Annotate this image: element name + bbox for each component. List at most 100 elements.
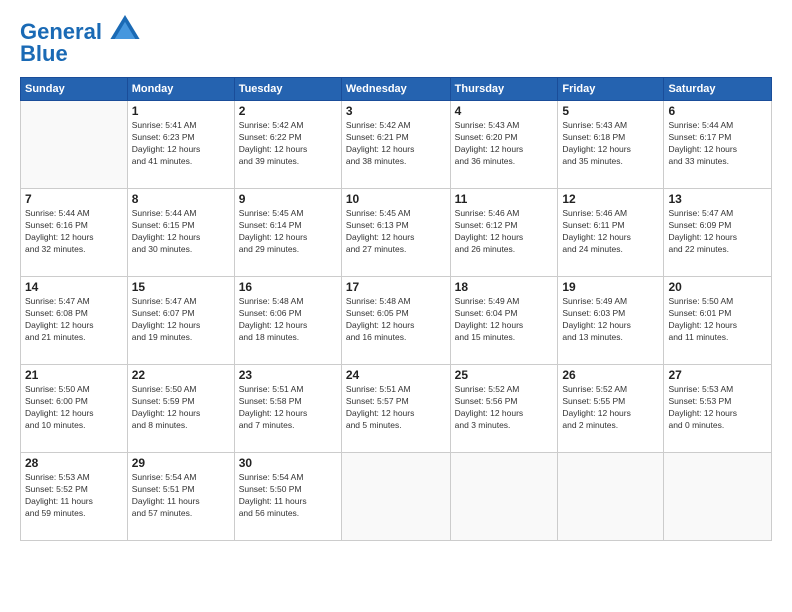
day-number: 28 [25,456,123,470]
calendar-cell: 7 Sunrise: 5:44 AMSunset: 6:16 PMDaylight… [21,189,128,277]
day-number: 8 [132,192,230,206]
calendar-cell: 1 Sunrise: 5:41 AMSunset: 6:23 PMDaylight… [127,101,234,189]
calendar-cell: 11 Sunrise: 5:46 AMSunset: 6:12 PMDayligh… [450,189,558,277]
calendar-cell: 5 Sunrise: 5:43 AMSunset: 6:18 PMDaylight… [558,101,664,189]
day-info: Sunrise: 5:42 AMSunset: 6:21 PMDaylight:… [346,120,446,168]
day-number: 25 [455,368,554,382]
calendar-cell: 23 Sunrise: 5:51 AMSunset: 5:58 PMDayligh… [234,365,341,453]
calendar-week-row: 7 Sunrise: 5:44 AMSunset: 6:16 PMDaylight… [21,189,772,277]
calendar-cell: 24 Sunrise: 5:51 AMSunset: 5:57 PMDayligh… [341,365,450,453]
calendar-day-header: Thursday [450,78,558,101]
calendar-week-row: 14 Sunrise: 5:47 AMSunset: 6:08 PMDayligh… [21,277,772,365]
day-info: Sunrise: 5:44 AMSunset: 6:15 PMDaylight:… [132,208,230,256]
day-number: 4 [455,104,554,118]
day-info: Sunrise: 5:46 AMSunset: 6:12 PMDaylight:… [455,208,554,256]
day-info: Sunrise: 5:54 AMSunset: 5:50 PMDaylight:… [239,472,337,520]
day-number: 17 [346,280,446,294]
day-info: Sunrise: 5:45 AMSunset: 6:13 PMDaylight:… [346,208,446,256]
day-info: Sunrise: 5:51 AMSunset: 5:58 PMDaylight:… [239,384,337,432]
logo-blue: Blue [20,41,140,67]
day-number: 5 [562,104,659,118]
calendar-week-row: 21Sunrise: 5:50 AMSunset: 6:00 PMDayligh… [21,365,772,453]
calendar-cell: 13Sunrise: 5:47 AMSunset: 6:09 PMDayligh… [664,189,772,277]
day-info: Sunrise: 5:44 AMSunset: 6:17 PMDaylight:… [668,120,767,168]
calendar-cell [450,453,558,541]
calendar-day-header: Friday [558,78,664,101]
day-info: Sunrise: 5:47 AMSunset: 6:08 PMDaylight:… [25,296,123,344]
calendar-cell: 16 Sunrise: 5:48 AMSunset: 6:06 PMDayligh… [234,277,341,365]
calendar: SundayMondayTuesdayWednesdayThursdayFrid… [20,77,772,541]
day-number: 14 [25,280,123,294]
day-info: Sunrise: 5:50 AMSunset: 5:59 PMDaylight:… [132,384,230,432]
day-info: Sunrise: 5:48 AMSunset: 6:05 PMDaylight:… [346,296,446,344]
day-info: Sunrise: 5:43 AMSunset: 6:18 PMDaylight:… [562,120,659,168]
day-info: Sunrise: 5:46 AMSunset: 6:11 PMDaylight:… [562,208,659,256]
calendar-cell: 10 Sunrise: 5:45 AMSunset: 6:13 PMDayligh… [341,189,450,277]
day-info: Sunrise: 5:49 AMSunset: 6:03 PMDaylight:… [562,296,659,344]
day-number: 6 [668,104,767,118]
day-info: Sunrise: 5:48 AMSunset: 6:06 PMDaylight:… [239,296,337,344]
calendar-cell [558,453,664,541]
day-number: 7 [25,192,123,206]
calendar-cell: 26 Sunrise: 5:52 AMSunset: 5:55 PMDayligh… [558,365,664,453]
day-number: 30 [239,456,337,470]
day-number: 24 [346,368,446,382]
calendar-cell: 20Sunrise: 5:50 AMSunset: 6:01 PMDayligh… [664,277,772,365]
calendar-cell: 19 Sunrise: 5:49 AMSunset: 6:03 PMDayligh… [558,277,664,365]
calendar-week-row: 1 Sunrise: 5:41 AMSunset: 6:23 PMDaylight… [21,101,772,189]
day-number: 11 [455,192,554,206]
day-number: 15 [132,280,230,294]
day-info: Sunrise: 5:41 AMSunset: 6:23 PMDaylight:… [132,120,230,168]
day-info: Sunrise: 5:51 AMSunset: 5:57 PMDaylight:… [346,384,446,432]
day-number: 21 [25,368,123,382]
calendar-cell: 28 Sunrise: 5:53 AMSunset: 5:52 PMDayligh… [21,453,128,541]
day-number: 23 [239,368,337,382]
day-number: 10 [346,192,446,206]
calendar-cell: 8 Sunrise: 5:44 AMSunset: 6:15 PMDaylight… [127,189,234,277]
day-info: Sunrise: 5:53 AMSunset: 5:53 PMDaylight:… [668,384,767,432]
calendar-day-header: Sunday [21,78,128,101]
day-info: Sunrise: 5:52 AMSunset: 5:55 PMDaylight:… [562,384,659,432]
day-info: Sunrise: 5:42 AMSunset: 6:22 PMDaylight:… [239,120,337,168]
calendar-day-header: Monday [127,78,234,101]
calendar-cell: 17 Sunrise: 5:48 AMSunset: 6:05 PMDayligh… [341,277,450,365]
day-number: 19 [562,280,659,294]
day-number: 12 [562,192,659,206]
header: General Blue [20,15,772,67]
calendar-week-row: 28 Sunrise: 5:53 AMSunset: 5:52 PMDayligh… [21,453,772,541]
calendar-cell: 2Sunrise: 5:42 AMSunset: 6:22 PMDaylight… [234,101,341,189]
calendar-cell: 25 Sunrise: 5:52 AMSunset: 5:56 PMDayligh… [450,365,558,453]
day-number: 18 [455,280,554,294]
day-number: 26 [562,368,659,382]
day-info: Sunrise: 5:44 AMSunset: 6:16 PMDaylight:… [25,208,123,256]
day-info: Sunrise: 5:52 AMSunset: 5:56 PMDaylight:… [455,384,554,432]
calendar-cell: 4 Sunrise: 5:43 AMSunset: 6:20 PMDaylight… [450,101,558,189]
page: General Blue SundayMondayTuesdayWednesda… [0,0,792,612]
day-number: 22 [132,368,230,382]
calendar-cell: 22 Sunrise: 5:50 AMSunset: 5:59 PMDayligh… [127,365,234,453]
calendar-cell: 14 Sunrise: 5:47 AMSunset: 6:08 PMDayligh… [21,277,128,365]
calendar-cell: 27 Sunrise: 5:53 AMSunset: 5:53 PMDayligh… [664,365,772,453]
day-number: 1 [132,104,230,118]
day-info: Sunrise: 5:47 AMSunset: 6:09 PMDaylight:… [668,208,767,256]
day-info: Sunrise: 5:53 AMSunset: 5:52 PMDaylight:… [25,472,123,520]
logo-icon [110,15,140,39]
calendar-day-header: Saturday [664,78,772,101]
day-number: 9 [239,192,337,206]
day-info: Sunrise: 5:43 AMSunset: 6:20 PMDaylight:… [455,120,554,168]
day-number: 29 [132,456,230,470]
calendar-cell [341,453,450,541]
day-number: 20 [668,280,767,294]
day-info: Sunrise: 5:47 AMSunset: 6:07 PMDaylight:… [132,296,230,344]
day-number: 3 [346,104,446,118]
calendar-day-header: Wednesday [341,78,450,101]
calendar-cell: 9Sunrise: 5:45 AMSunset: 6:14 PMDaylight… [234,189,341,277]
day-info: Sunrise: 5:49 AMSunset: 6:04 PMDaylight:… [455,296,554,344]
calendar-cell: 18 Sunrise: 5:49 AMSunset: 6:04 PMDayligh… [450,277,558,365]
calendar-cell: 6 Sunrise: 5:44 AMSunset: 6:17 PMDaylight… [664,101,772,189]
calendar-cell: 3 Sunrise: 5:42 AMSunset: 6:21 PMDaylight… [341,101,450,189]
day-number: 27 [668,368,767,382]
calendar-header-row: SundayMondayTuesdayWednesdayThursdayFrid… [21,78,772,101]
logo: General Blue [20,15,140,67]
day-number: 16 [239,280,337,294]
